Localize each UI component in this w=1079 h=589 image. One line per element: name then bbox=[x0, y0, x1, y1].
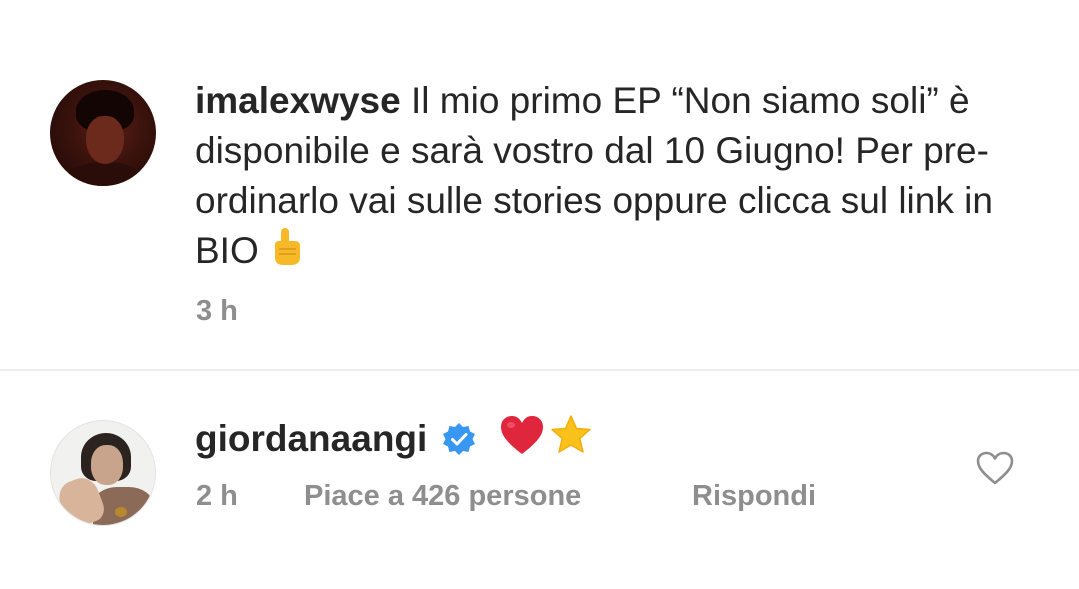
pointing-up-emoji-icon bbox=[269, 227, 303, 280]
comment-line: giordanaangi bbox=[195, 414, 593, 464]
avatar-shoulders bbox=[64, 162, 146, 186]
caption-text: imalexwyse Il mio primo EP “Non siamo so… bbox=[195, 76, 995, 280]
heart-outline-icon bbox=[976, 451, 1014, 485]
avatar-ring bbox=[115, 507, 127, 517]
like-button[interactable] bbox=[975, 450, 1015, 486]
red-heart-emoji-icon bbox=[499, 414, 545, 465]
comment-username[interactable]: giordanaangi bbox=[195, 418, 427, 460]
avatar-face bbox=[86, 116, 124, 164]
star-emoji-icon bbox=[549, 414, 593, 465]
reply-button[interactable]: Rispondi bbox=[692, 480, 816, 513]
avatar-imalexwyse[interactable] bbox=[50, 80, 156, 186]
comment-timestamp: 2 h bbox=[196, 480, 238, 512]
comment-likes-link[interactable]: Piace a 426 persone bbox=[304, 480, 692, 513]
verified-badge-icon bbox=[441, 421, 477, 457]
comment-emojis bbox=[499, 414, 593, 465]
divider bbox=[0, 369, 1079, 371]
caption-username[interactable]: imalexwyse bbox=[195, 80, 401, 121]
post-caption: imalexwyse Il mio primo EP “Non siamo so… bbox=[0, 0, 1079, 370]
caption-timestamp: 3 h bbox=[196, 295, 238, 327]
avatar-face bbox=[91, 445, 123, 485]
avatar-giordanaangi[interactable] bbox=[50, 420, 156, 526]
comment-meta: 2 h Piace a 426 persone Rispondi bbox=[196, 480, 816, 513]
